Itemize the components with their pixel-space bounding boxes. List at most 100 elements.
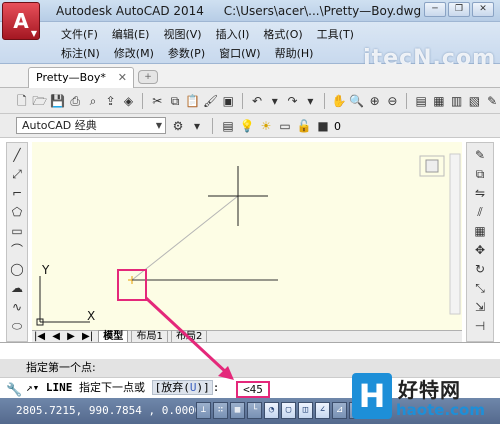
copy-object-icon[interactable]: ⧉ xyxy=(472,166,488,182)
zoom-previous-icon[interactable]: ⊖ xyxy=(385,93,401,109)
menu-row-1: 文件(F) 编辑(E) 视图(V) 插入(I) 格式(O) 工具(T) xyxy=(54,27,361,43)
rotate-icon[interactable]: ↻ xyxy=(472,261,488,277)
command-input[interactable]: <45 xyxy=(236,381,270,398)
save-icon[interactable]: 💾 xyxy=(50,93,66,109)
mirror-icon[interactable]: ⇋ xyxy=(472,185,488,201)
rectangle-icon[interactable]: ▭ xyxy=(9,223,25,239)
workspace-more-icon[interactable]: ▾ xyxy=(189,118,205,134)
open-folder-icon[interactable]: 🗁 xyxy=(32,93,48,109)
redo-icon[interactable]: ↷ xyxy=(285,93,301,109)
nav-next-icon[interactable]: ▶ xyxy=(65,331,77,342)
ducs-button[interactable]: ⊿ xyxy=(332,402,347,419)
menu-window[interactable]: 窗口(W) xyxy=(212,46,267,62)
menu-insert[interactable]: 插入(I) xyxy=(209,27,257,43)
close-window-button[interactable]: ✕ xyxy=(472,2,494,17)
menu-view[interactable]: 视图(V) xyxy=(156,27,208,43)
layer-freeze-icon[interactable]: ☀ xyxy=(258,118,274,134)
close-icon[interactable]: ✕ xyxy=(118,68,127,87)
object-snap-button[interactable]: ▢ xyxy=(281,402,296,419)
paste-icon[interactable]: 📋 xyxy=(185,93,201,109)
zoom-realtime-icon[interactable]: 🔍 xyxy=(349,93,365,109)
undo-option[interactable]: [放弃(U)] xyxy=(151,380,213,395)
new-tab-button[interactable]: + xyxy=(138,70,158,84)
redo-dropdown-icon[interactable]: ▾ xyxy=(302,93,318,109)
design-center-icon[interactable]: ▦ xyxy=(431,93,447,109)
otrack-button[interactable]: ∠ xyxy=(315,402,330,419)
markup-icon[interactable]: ✎ xyxy=(484,93,500,109)
snap-mode-button[interactable]: ∷ xyxy=(213,402,228,419)
circle-icon[interactable]: ◯ xyxy=(9,261,25,277)
menu-file[interactable]: 文件(F) xyxy=(54,27,105,43)
array-icon[interactable]: ▦ xyxy=(472,223,488,239)
3d-osnap-button[interactable]: ◫ xyxy=(298,402,313,419)
copy-icon[interactable]: ⧉ xyxy=(167,93,183,109)
construction-line-icon[interactable]: ⤢ xyxy=(9,166,25,182)
layer-name[interactable]: 0 xyxy=(334,120,341,133)
match-properties-icon[interactable]: 🖌 xyxy=(203,93,219,109)
print-preview-icon[interactable]: ⌕ xyxy=(85,93,101,109)
arc-icon[interactable]: ⌒ xyxy=(9,242,25,258)
infer-constraints-button[interactable]: ⊥ xyxy=(196,402,211,419)
workspace-dropdown[interactable]: AutoCAD 经典 ▼ xyxy=(16,117,166,134)
ellipse-icon[interactable]: ⬭ xyxy=(9,318,25,334)
layer-properties-icon[interactable]: ▤ xyxy=(220,118,236,134)
print-icon[interactable]: ⎙ xyxy=(67,93,83,109)
toolbar-divider xyxy=(142,92,144,109)
scale-icon[interactable]: ⤡ xyxy=(472,280,488,296)
move-icon[interactable]: ✥ xyxy=(472,242,488,258)
block-editor-icon[interactable]: ▣ xyxy=(220,93,236,109)
layer-color-icon[interactable]: ■ xyxy=(315,118,331,134)
restore-button[interactable]: ❐ xyxy=(448,2,470,17)
stretch-icon[interactable]: ⇲ xyxy=(472,299,488,315)
offset-icon[interactable]: ⫽ xyxy=(472,204,488,220)
cut-icon[interactable]: ✂ xyxy=(149,93,165,109)
ucs-y-label: Y xyxy=(41,263,50,277)
sheet-set-icon[interactable]: ▧ xyxy=(467,93,483,109)
layer-viewport-icon[interactable]: ▭ xyxy=(277,118,293,134)
haote-watermark-logo: H 好特网 haote.com xyxy=(348,370,496,424)
new-file-icon[interactable]: 🗋 xyxy=(14,93,30,109)
polyline-icon[interactable]: ⌐ xyxy=(9,185,25,201)
tool-palettes-icon[interactable]: ▥ xyxy=(449,93,465,109)
menu-tools[interactable]: 工具(T) xyxy=(310,27,361,43)
layer-lock-icon[interactable]: 🔓 xyxy=(296,118,312,134)
zoom-window-icon[interactable]: ⊕ xyxy=(367,93,383,109)
menu-edit[interactable]: 编辑(E) xyxy=(105,27,157,43)
trim-icon[interactable]: ⊣ xyxy=(472,318,488,334)
menu-modify[interactable]: 修改(M) xyxy=(107,46,161,62)
document-tab-bar: Pretty—Boy* ✕ + xyxy=(0,64,500,88)
minimize-button[interactable]: ─ xyxy=(424,2,446,17)
menu-format[interactable]: 格式(O) xyxy=(256,27,309,43)
ortho-button[interactable]: └ xyxy=(247,402,262,419)
polygon-icon[interactable]: ⬠ xyxy=(9,204,25,220)
toolbar-divider xyxy=(406,92,408,109)
vertical-scrollbar[interactable] xyxy=(449,153,461,315)
menu-dimension[interactable]: 标注(N) xyxy=(54,46,107,62)
viewcube-face-icon[interactable] xyxy=(425,159,439,173)
polar-tracking-button[interactable]: ◔ xyxy=(264,402,279,419)
undo-option-label: 放弃 xyxy=(161,381,184,394)
nav-prev-icon[interactable]: ◀ xyxy=(50,331,62,342)
grid-button[interactable]: ▦ xyxy=(230,402,245,419)
menu-parametric[interactable]: 参数(P) xyxy=(161,46,212,62)
nav-first-icon[interactable]: |◀ xyxy=(32,331,47,342)
3d-publish-icon[interactable]: ◈ xyxy=(121,93,137,109)
spline-icon[interactable]: ∿ xyxy=(9,299,25,315)
application-menu-button[interactable]: A ▼ xyxy=(2,2,40,40)
ucs-x-label: X xyxy=(87,309,95,323)
nav-last-icon[interactable]: ▶| xyxy=(80,331,95,342)
erase-icon[interactable]: ✎ xyxy=(472,147,488,163)
undo-icon[interactable]: ↶ xyxy=(249,93,265,109)
pan-icon[interactable]: ✋ xyxy=(331,93,347,109)
undo-dropdown-icon[interactable]: ▾ xyxy=(267,93,283,109)
menu-help[interactable]: 帮助(H) xyxy=(268,46,321,62)
properties-icon[interactable]: ▤ xyxy=(413,93,429,109)
layer-on-icon[interactable]: 💡 xyxy=(239,118,255,134)
command-prompt: 指定下一点或 xyxy=(79,381,145,394)
drawing-canvas[interactable]: Y X xyxy=(32,142,462,330)
revision-cloud-icon[interactable]: ☁ xyxy=(9,280,25,296)
workspace-settings-icon[interactable]: ⚙ xyxy=(170,118,186,134)
line-icon[interactable]: ╱ xyxy=(9,147,25,163)
tab-pretty-boy[interactable]: Pretty—Boy* ✕ xyxy=(28,67,134,88)
publish-icon[interactable]: ⇪ xyxy=(103,93,119,109)
